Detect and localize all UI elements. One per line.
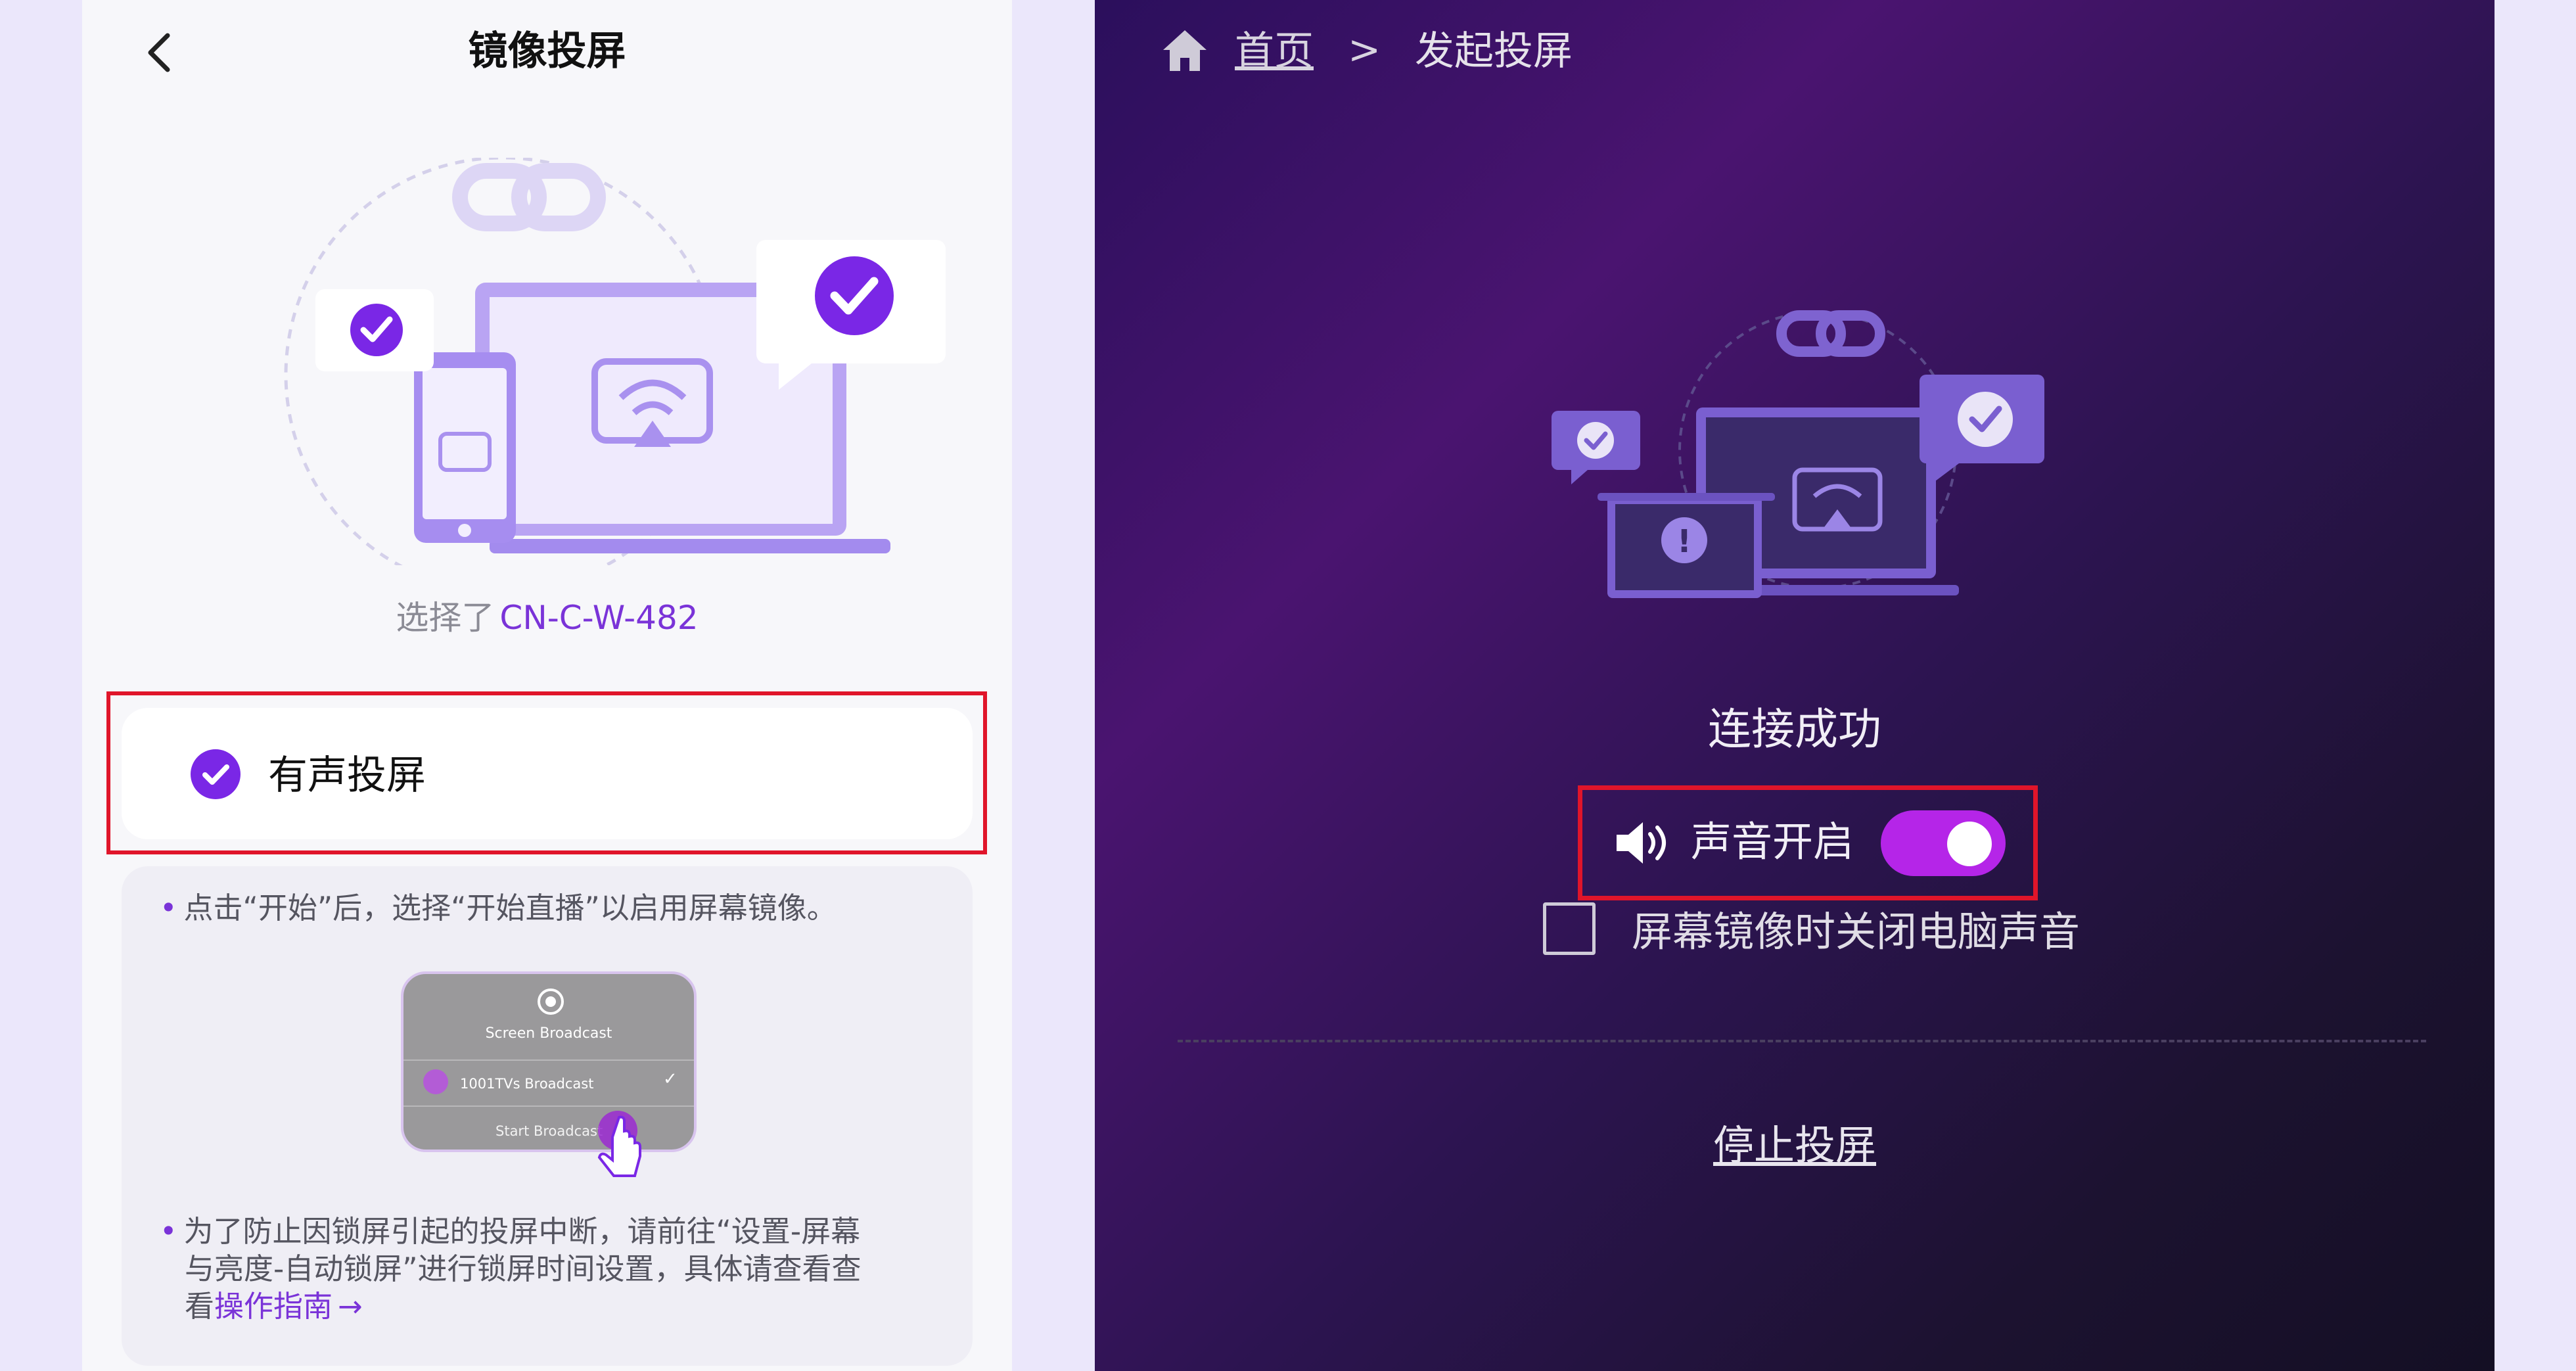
tip-2-line-2: 与亮度-自动锁屏”进行锁屏时间设置，具体请查看查 xyxy=(185,1251,862,1286)
highlight-box-sound-option xyxy=(106,691,987,854)
arrow-right-icon[interactable]: → xyxy=(338,1289,363,1324)
tap-hand-icon xyxy=(597,1111,641,1177)
tip-1-text: 点击“开始”后，选择“开始直播”以启用屏幕镜像。 xyxy=(183,891,837,925)
tip-1: • 点击“开始”后，选择“开始直播”以启用屏幕镜像。 xyxy=(160,889,837,927)
tip-2-line-3: 看 xyxy=(185,1289,215,1324)
dialog-divider xyxy=(403,1105,694,1107)
tip-2-line-1: 为了防止因锁屏引起的投屏中断，请前往“设置-屏幕 xyxy=(183,1214,861,1249)
broadcast-app-row: 1001TVs Broadcast xyxy=(460,1076,594,1092)
dialog-divider xyxy=(403,1059,694,1061)
bullet-icon: • xyxy=(160,891,177,925)
selected-device-name: CN-C-W-482 xyxy=(499,599,699,637)
record-icon xyxy=(538,988,564,1015)
mute-pc-audio-label[interactable]: 屏幕镜像时关闭电脑声音 xyxy=(1632,904,2080,960)
broadcast-title: Screen Broadcast xyxy=(485,1025,612,1042)
app-checkmark-icon: ✓ xyxy=(663,1069,678,1089)
selected-prefix: 选择了 xyxy=(396,599,495,637)
dashed-divider xyxy=(1178,1040,2426,1042)
mirroring-illustration xyxy=(284,158,946,565)
svg-text:!: ! xyxy=(1677,523,1691,560)
home-icon[interactable] xyxy=(1161,28,1210,74)
selected-device-line: 选择了 CN-C-W-482 xyxy=(82,595,1012,641)
connection-illustration: ! xyxy=(1552,310,2044,598)
mute-pc-audio-checkbox[interactable] xyxy=(1543,902,1596,955)
operation-guide-link[interactable]: 操作指南 xyxy=(214,1289,333,1324)
connection-status: 连接成功 xyxy=(1708,704,1881,755)
app-icon xyxy=(423,1069,448,1094)
tv-screen: 首页 > 发起投屏 ! 连接成功 声音开启 屏幕镜像时关闭电脑声音 停止投屏 xyxy=(1095,0,2495,1371)
breadcrumb-separator: > xyxy=(1348,27,1381,73)
stop-casting-button[interactable]: 停止投屏 xyxy=(1713,1121,1876,1169)
breadcrumb-current: 发起投屏 xyxy=(1415,28,1573,74)
page-title: 镜像投屏 xyxy=(468,28,626,74)
tip-2: • 为了防止因锁屏引起的投屏中断，请前往“设置-屏幕 与亮度-自动锁屏”进行锁屏时… xyxy=(160,1213,862,1325)
breadcrumb-home[interactable]: 首页 xyxy=(1235,25,1314,78)
bullet-icon: • xyxy=(160,1214,177,1249)
stop-casting-button-wrap: 停止投屏 xyxy=(1095,1117,2495,1173)
highlight-box-sound-toggle xyxy=(1578,785,2038,900)
